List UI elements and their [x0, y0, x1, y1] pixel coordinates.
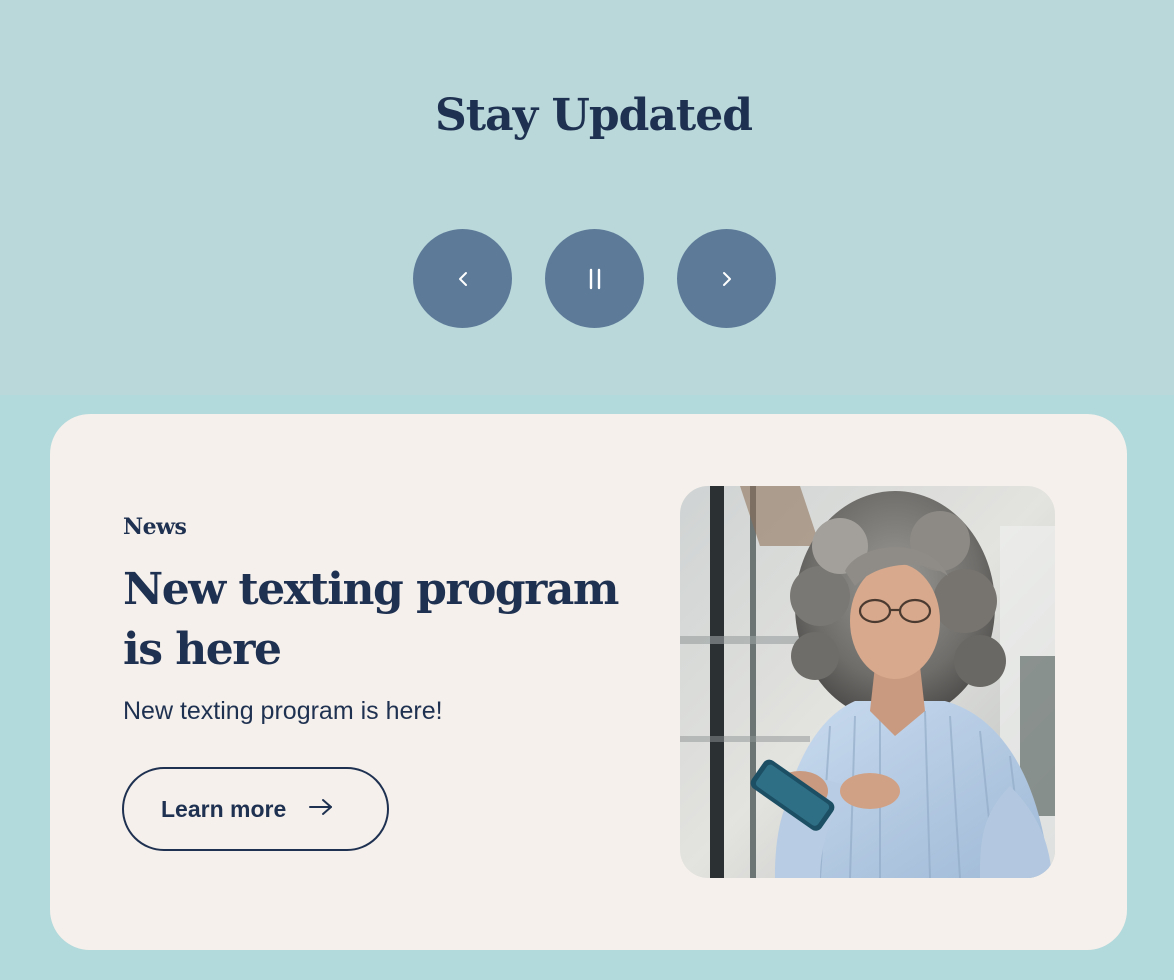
pause-icon [588, 268, 602, 290]
next-slide-button[interactable] [677, 229, 776, 328]
card-title: New texting program is here [123, 564, 619, 675]
card-photo [680, 486, 1055, 878]
chevron-left-icon [456, 270, 470, 288]
arrow-right-icon [308, 796, 334, 823]
chevron-right-icon [720, 270, 734, 288]
pause-slideshow-button[interactable] [545, 229, 644, 328]
carousel-controls [413, 229, 776, 328]
section-title: Stay Updated [435, 90, 753, 141]
woman-texting-photo [680, 486, 1055, 878]
learn-more-label: Learn more [161, 795, 287, 822]
news-card: News New texting program is here New tex… [50, 414, 1127, 950]
previous-slide-button[interactable] [413, 229, 512, 328]
card-description: New texting program is here! [123, 697, 443, 725]
learn-more-button[interactable]: Learn more [122, 767, 389, 851]
card-category: News [123, 514, 187, 540]
section-header-band [0, 0, 1174, 395]
